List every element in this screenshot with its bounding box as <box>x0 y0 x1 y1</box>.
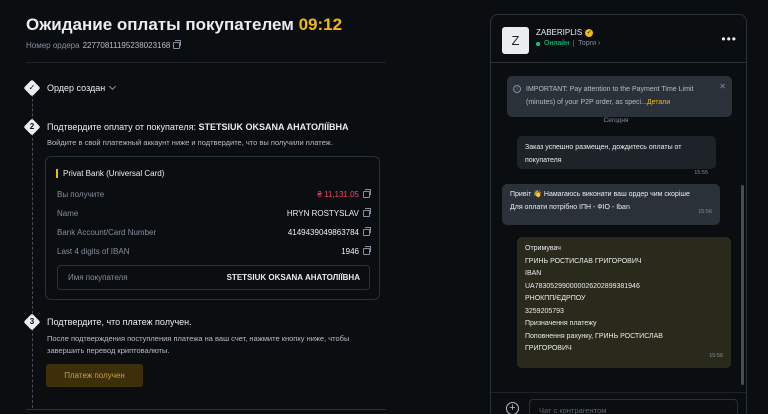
chat-header: Z ZABERIPLIS ✓ Онлайн Торги › ••• <box>491 15 746 63</box>
more-menu-icon[interactable]: ••• <box>721 32 737 46</box>
important-notice: i IMPORTANT: Pay attention to the Paymen… <box>507 76 732 117</box>
detail-key: Bank Account/Card Number <box>57 228 157 237</box>
online-dot-icon <box>536 41 540 46</box>
buyer-name-value: STETSIUK OKSANA АНАТОЛІЇВНА <box>226 273 360 282</box>
step-description: После подтверждения поступления платежа … <box>47 334 350 355</box>
payment-details-card: Privat Bank (Universal Card) Вы получите… <box>45 156 380 300</box>
online-status: Онлайн <box>544 40 570 47</box>
order-number-label: Номер ордера <box>26 41 80 50</box>
system-message: Заказ успешно размещен, дождитесь оплаты… <box>517 136 716 176</box>
divider <box>573 40 575 47</box>
step-confirm-title: Подтвердите оплату от покупателя: STETSI… <box>47 122 349 132</box>
step-number: 2 <box>29 122 35 131</box>
detail-value: 4149439049863784 <box>287 227 371 237</box>
countdown-timer: 09:12 <box>298 15 343 34</box>
merchant-status-row: Онлайн Торги › <box>536 40 600 47</box>
detail-value: 1946 <box>341 246 371 256</box>
step-number: 3 <box>29 317 35 326</box>
detail-row-card: Bank Account/Card Number 414943904986378… <box>57 227 371 237</box>
copy-icon[interactable] <box>363 189 371 198</box>
notice-details-link[interactable]: Детали <box>647 99 670 106</box>
message-line: 3259205793 <box>525 307 564 315</box>
buyer-name-inline: STETSIUK OKSANA АНАТОЛІЇВНА <box>198 122 349 132</box>
title-text: Ожидание оплаты покупателем <box>26 15 294 34</box>
message-line: UA783052990000026202899381946 <box>525 282 640 290</box>
close-icon[interactable]: ✕ <box>719 80 726 93</box>
check-icon: ✓ <box>28 83 36 92</box>
name-value: HRYN ROSTYSLAV <box>286 209 359 218</box>
payment-received-button[interactable]: Платеж получен <box>46 364 143 387</box>
detail-key: Вы получите <box>57 190 105 199</box>
divider <box>26 62 386 63</box>
outgoing-message: Отримувач ГРИНЬ РОСТИСЛАВ ГРИГОРОВИЧ IBA… <box>517 237 731 368</box>
message-line: Призначення платежу <box>525 320 597 327</box>
buyer-name-field: Имя покупателя STETSIUK OKSANA АНАТОЛІЇВ… <box>57 265 370 290</box>
merchant-name: ZABERIPLIS <box>536 28 583 37</box>
timeline-line <box>32 328 33 408</box>
buyer-name-label: Имя покупателя <box>68 273 128 282</box>
copy-icon[interactable] <box>363 246 371 255</box>
detail-value: HRYN ROSTYSLAV <box>286 208 371 218</box>
step-label: Ордер создан <box>47 83 106 93</box>
detail-row-amount: Вы получите ₴ 11,131.05 <box>57 189 371 199</box>
copy-icon[interactable] <box>363 227 371 236</box>
bank-name: Privat Bank (Universal Card) <box>56 169 164 178</box>
message-line: ГРИНЬ РОСТИСЛАВ ГРИГОРОВИЧ <box>525 257 642 265</box>
order-number-row: Номер ордера 22770811195238023168 <box>26 40 182 50</box>
chevron-down-icon <box>109 82 117 91</box>
detail-key: Name <box>57 209 79 218</box>
chat-input-area: + <box>491 392 746 414</box>
date-divider: Сегодня <box>603 117 629 124</box>
timeline-line <box>32 94 33 121</box>
trades-label: Торги <box>578 40 597 47</box>
page-title: Ожидание оплаты покупателем 09:12 <box>26 15 342 35</box>
chat-scrollbar[interactable] <box>741 185 744 385</box>
step-title-text: Подтвердите оплату от покупателя: <box>47 122 199 132</box>
step-order-created[interactable]: Ордер создан <box>47 82 117 93</box>
step-payment-received-title: Подтвердите, что платеж получен. <box>47 317 192 327</box>
message-time: 15:56 <box>698 209 712 215</box>
step-description: Войдите в свой платежный аккаунт ниже и … <box>47 138 333 147</box>
message-line: Поповнення рахунку, ГРИНЬ РОСТИСЛАВ ГРИГ… <box>525 332 663 353</box>
add-attachment-icon[interactable]: + <box>506 402 519 414</box>
detail-row-name: Name HRYN ROSTYSLAV <box>57 208 371 218</box>
message-line: РНОКПП/ЄДРПОУ <box>525 295 586 302</box>
detail-row-iban: Last 4 digits of IBAN 1946 <box>57 246 371 256</box>
message-time: 15:56 <box>709 353 723 359</box>
detail-value: ₴ 11,131.05 <box>317 189 371 199</box>
copy-icon[interactable] <box>363 208 371 217</box>
incoming-message: Привіт 👋 Намагаюсь виконати ваш ордер чи… <box>502 184 720 225</box>
chat-message-input[interactable] <box>529 399 738 414</box>
message-line: Отримувач <box>525 245 561 252</box>
order-panel: Ожидание оплаты покупателем 09:12 Номер … <box>23 0 386 414</box>
merchant-name-row[interactable]: ZABERIPLIS ✓ <box>536 28 594 37</box>
message-line: IBAN <box>525 270 542 277</box>
message-text: Заказ успешно размещен, дождитесь оплаты… <box>525 144 682 164</box>
info-icon: i <box>513 85 521 93</box>
verified-badge-icon: ✓ <box>585 28 594 37</box>
amount-value: ₴ 11,131.05 <box>317 190 359 199</box>
chat-panel: Z ZABERIPLIS ✓ Онлайн Торги › ••• i IMPO… <box>490 14 747 414</box>
iban-digits-value: 1946 <box>341 247 359 256</box>
timeline-line <box>32 133 33 314</box>
card-number-value: 4149439049863784 <box>287 228 359 237</box>
avatar[interactable]: Z <box>502 27 529 54</box>
detail-key: Last 4 digits of IBAN <box>57 247 130 256</box>
copy-icon[interactable] <box>173 40 182 49</box>
trades-link[interactable]: Торги › <box>578 40 600 47</box>
order-number: 22770811195238023168 <box>82 41 171 50</box>
message-time: 15:55 <box>694 170 708 176</box>
message-text: Привіт 👋 Намагаюсь виконати ваш ордер чи… <box>510 191 690 211</box>
divider <box>26 409 386 410</box>
